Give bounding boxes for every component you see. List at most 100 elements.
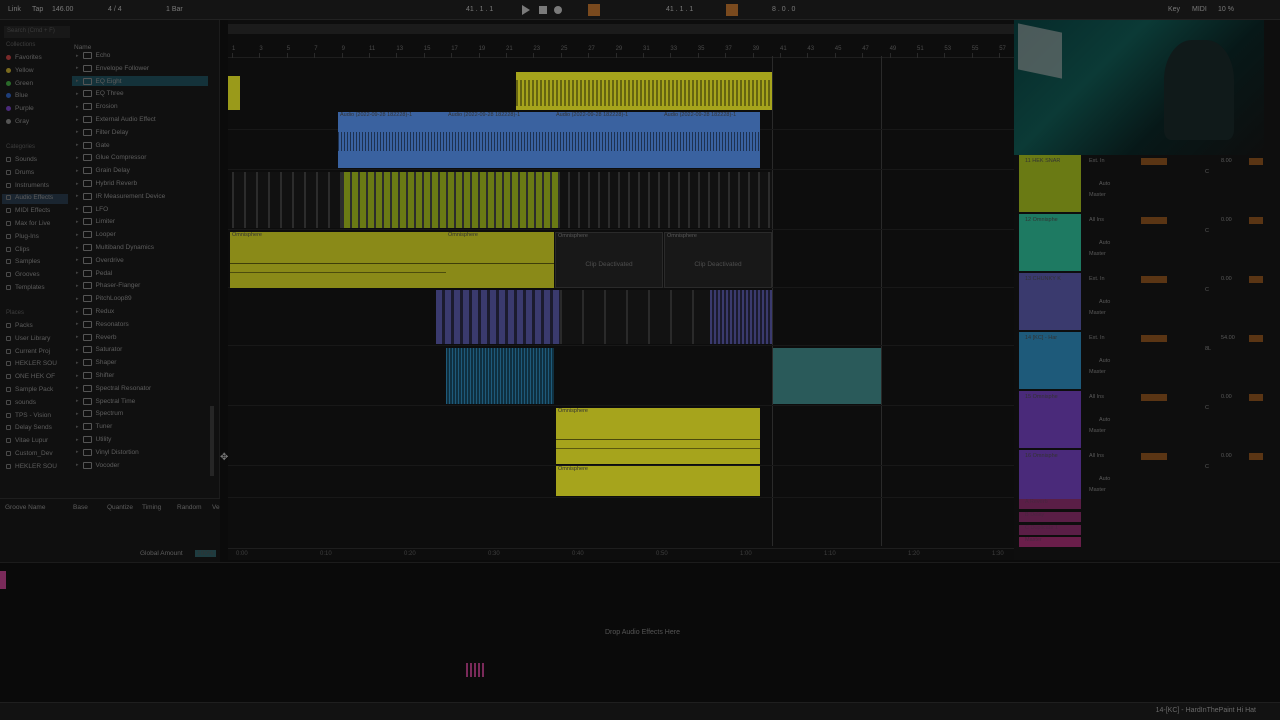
volume-field[interactable]: [1141, 158, 1167, 165]
category-item[interactable]: MIDI Effects: [6, 207, 50, 214]
audio-clip[interactable]: Audio (2022-09-28 182228)-1: [338, 112, 446, 168]
arrangement-track-4[interactable]: Omnisphere Omnisphere Omnisphere Clip Dea…: [228, 230, 1014, 288]
audio-clip[interactable]: [342, 172, 558, 228]
key-map-button[interactable]: Key: [1168, 6, 1180, 13]
expand-arrow-icon[interactable]: ▸: [76, 142, 79, 148]
midi-clip[interactable]: Omnisphere: [446, 232, 554, 288]
track-title-bar[interactable]: 14 [KC] - Har: [1019, 332, 1081, 389]
arrangement-track-3[interactable]: [228, 170, 1014, 230]
browser-item[interactable]: ▸ Envelope Follower: [76, 64, 149, 72]
volume-field[interactable]: [1141, 217, 1167, 224]
loop-toggle[interactable]: [726, 4, 738, 16]
expand-arrow-icon[interactable]: ▸: [76, 321, 79, 327]
category-item[interactable]: Audio Effects: [6, 194, 53, 201]
volume-field[interactable]: [1141, 453, 1167, 460]
browser-item[interactable]: ▸ Looper: [76, 231, 116, 239]
category-item[interactable]: Plug-Ins: [6, 233, 39, 240]
expand-arrow-icon[interactable]: ▸: [76, 91, 79, 97]
groove-velocity-header[interactable]: Ve: [212, 504, 220, 511]
arrangement-track-2[interactable]: Audio (2022-09-28 182228)-1 Audio (2022-…: [228, 112, 1014, 170]
pan-knob[interactable]: C: [1205, 169, 1209, 175]
browser-item[interactable]: ▸ Spectral Resonator: [76, 384, 151, 392]
expand-arrow-icon[interactable]: ▸: [76, 181, 79, 187]
expand-arrow-icon[interactable]: ▸: [76, 129, 79, 135]
browser-item[interactable]: ▸ Vocoder: [76, 461, 119, 469]
browser-item[interactable]: ▸ Vinyl Distortion: [76, 448, 139, 456]
arrangement-track-8[interactable]: Omnisphere: [228, 466, 1014, 498]
audio-clip[interactable]: Audio (2022-09-28 182228)-1: [446, 112, 554, 168]
browser-item[interactable]: ▸ Spectral Time: [76, 397, 135, 405]
category-item[interactable]: Max for Live: [6, 220, 50, 227]
send-button[interactable]: [1249, 276, 1263, 283]
arrangement-overview[interactable]: [228, 24, 1014, 34]
expand-arrow-icon[interactable]: ▸: [76, 437, 79, 443]
tempo-field[interactable]: 146.00: [52, 6, 73, 13]
groove-timing-header[interactable]: Timing: [142, 504, 161, 511]
browser-item[interactable]: ▸ Grain Delay: [76, 167, 130, 175]
audio-clip[interactable]: [710, 290, 772, 344]
groove-random-header[interactable]: Random: [177, 504, 202, 511]
input-type-menu[interactable]: All Ins: [1089, 453, 1104, 459]
time-signature[interactable]: 4 / 4: [108, 6, 122, 13]
output-menu[interactable]: Master: [1089, 369, 1106, 375]
time-ruler[interactable]: 0:00 0:10 0:20 0:30 0:40 0:50 1:00 1:10 1:20 1:30: [228, 548, 1014, 560]
send-button[interactable]: [1249, 158, 1263, 165]
expand-arrow-icon[interactable]: ▸: [76, 257, 79, 263]
deactivated-clip[interactable]: Omnisphere Clip Deactivated: [555, 232, 663, 288]
send-value[interactable]: 54.00: [1221, 335, 1235, 341]
track-title-bar[interactable]: 11 HEK SNAR: [1019, 155, 1081, 212]
record-icon[interactable]: [554, 6, 562, 14]
send-button[interactable]: [1249, 394, 1263, 401]
expand-arrow-icon[interactable]: ▸: [76, 398, 79, 404]
place-item[interactable]: User Library: [6, 335, 50, 342]
midi-clip[interactable]: Omnisphere: [556, 408, 760, 464]
pan-knob[interactable]: C: [1205, 287, 1209, 293]
collection-item[interactable]: Blue: [6, 92, 28, 99]
place-item[interactable]: HEKLER SOU: [6, 463, 57, 470]
beat-ruler[interactable]: 1 3 5 7 9 11 13 15 17 19 21 23 25 27 29 31 33 35 37 39 41 43 4…: [228, 44, 1014, 58]
expand-arrow-icon[interactable]: ▸: [76, 168, 79, 174]
collection-item[interactable]: Green: [6, 80, 33, 87]
monitor-auto-button[interactable]: Auto: [1099, 417, 1110, 423]
browser-item[interactable]: ▸ Erosion: [76, 103, 118, 111]
loop-start[interactable]: 41 . 1 . 1: [666, 6, 693, 13]
category-item[interactable]: Clips: [6, 246, 29, 253]
expand-arrow-icon[interactable]: ▸: [76, 206, 79, 212]
browser-item[interactable]: ▸ Overdrive: [76, 256, 124, 264]
expand-arrow-icon[interactable]: ▸: [76, 270, 79, 276]
expand-arrow-icon[interactable]: ▸: [76, 449, 79, 455]
midi-clip[interactable]: Omnisphere: [556, 466, 760, 496]
expand-arrow-icon[interactable]: ▸: [76, 296, 79, 302]
return-track[interactable]: A Reverb: [1019, 499, 1081, 509]
browser-item[interactable]: ▸ Multiband Dynamics: [76, 244, 154, 251]
input-type-menu[interactable]: Ext. In: [1089, 335, 1105, 341]
audio-clip[interactable]: [560, 290, 710, 344]
browser-item[interactable]: ▸ Hybrid Reverb: [76, 180, 137, 187]
browser-item[interactable]: ▸ Tuner: [76, 423, 112, 431]
place-item[interactable]: Custom_Dev: [6, 450, 53, 457]
global-amount-value[interactable]: 100%: [195, 550, 216, 557]
expand-arrow-icon[interactable]: ▸: [76, 65, 79, 71]
browser-item[interactable]: ▸ Resonators: [76, 320, 129, 328]
name-column-header[interactable]: Name: [74, 44, 91, 51]
input-type-menu[interactable]: Ext. In: [1089, 276, 1105, 282]
expand-arrow-icon[interactable]: ▸: [76, 232, 79, 238]
expand-arrow-icon[interactable]: ▸: [76, 309, 79, 315]
output-menu[interactable]: Master: [1089, 428, 1106, 434]
browser-item[interactable]: ▸ Gate: [76, 141, 110, 149]
collection-item[interactable]: Yellow: [6, 67, 34, 74]
place-item[interactable]: TPS - Vision: [6, 412, 51, 419]
place-item[interactable]: HEKLER SOU: [6, 360, 57, 367]
groove-name-header[interactable]: Groove Name: [5, 504, 45, 511]
expand-arrow-icon[interactable]: ▸: [76, 334, 79, 340]
return-track[interactable]: B Delay: [1019, 511, 1081, 522]
audio-clip[interactable]: [558, 172, 772, 228]
monitor-auto-button[interactable]: Auto: [1099, 476, 1110, 482]
arrangement-track-6[interactable]: [228, 346, 1014, 406]
audio-clip[interactable]: [228, 76, 240, 110]
output-menu[interactable]: Master: [1089, 310, 1106, 316]
loop-length[interactable]: 8 . 0 . 0: [772, 6, 795, 13]
track-title-bar[interactable]: 13 CHUNKY K: [1019, 273, 1081, 330]
pan-knob[interactable]: 8L: [1205, 346, 1211, 352]
browser-item[interactable]: ▸ IR Measurement Device: [76, 192, 165, 200]
